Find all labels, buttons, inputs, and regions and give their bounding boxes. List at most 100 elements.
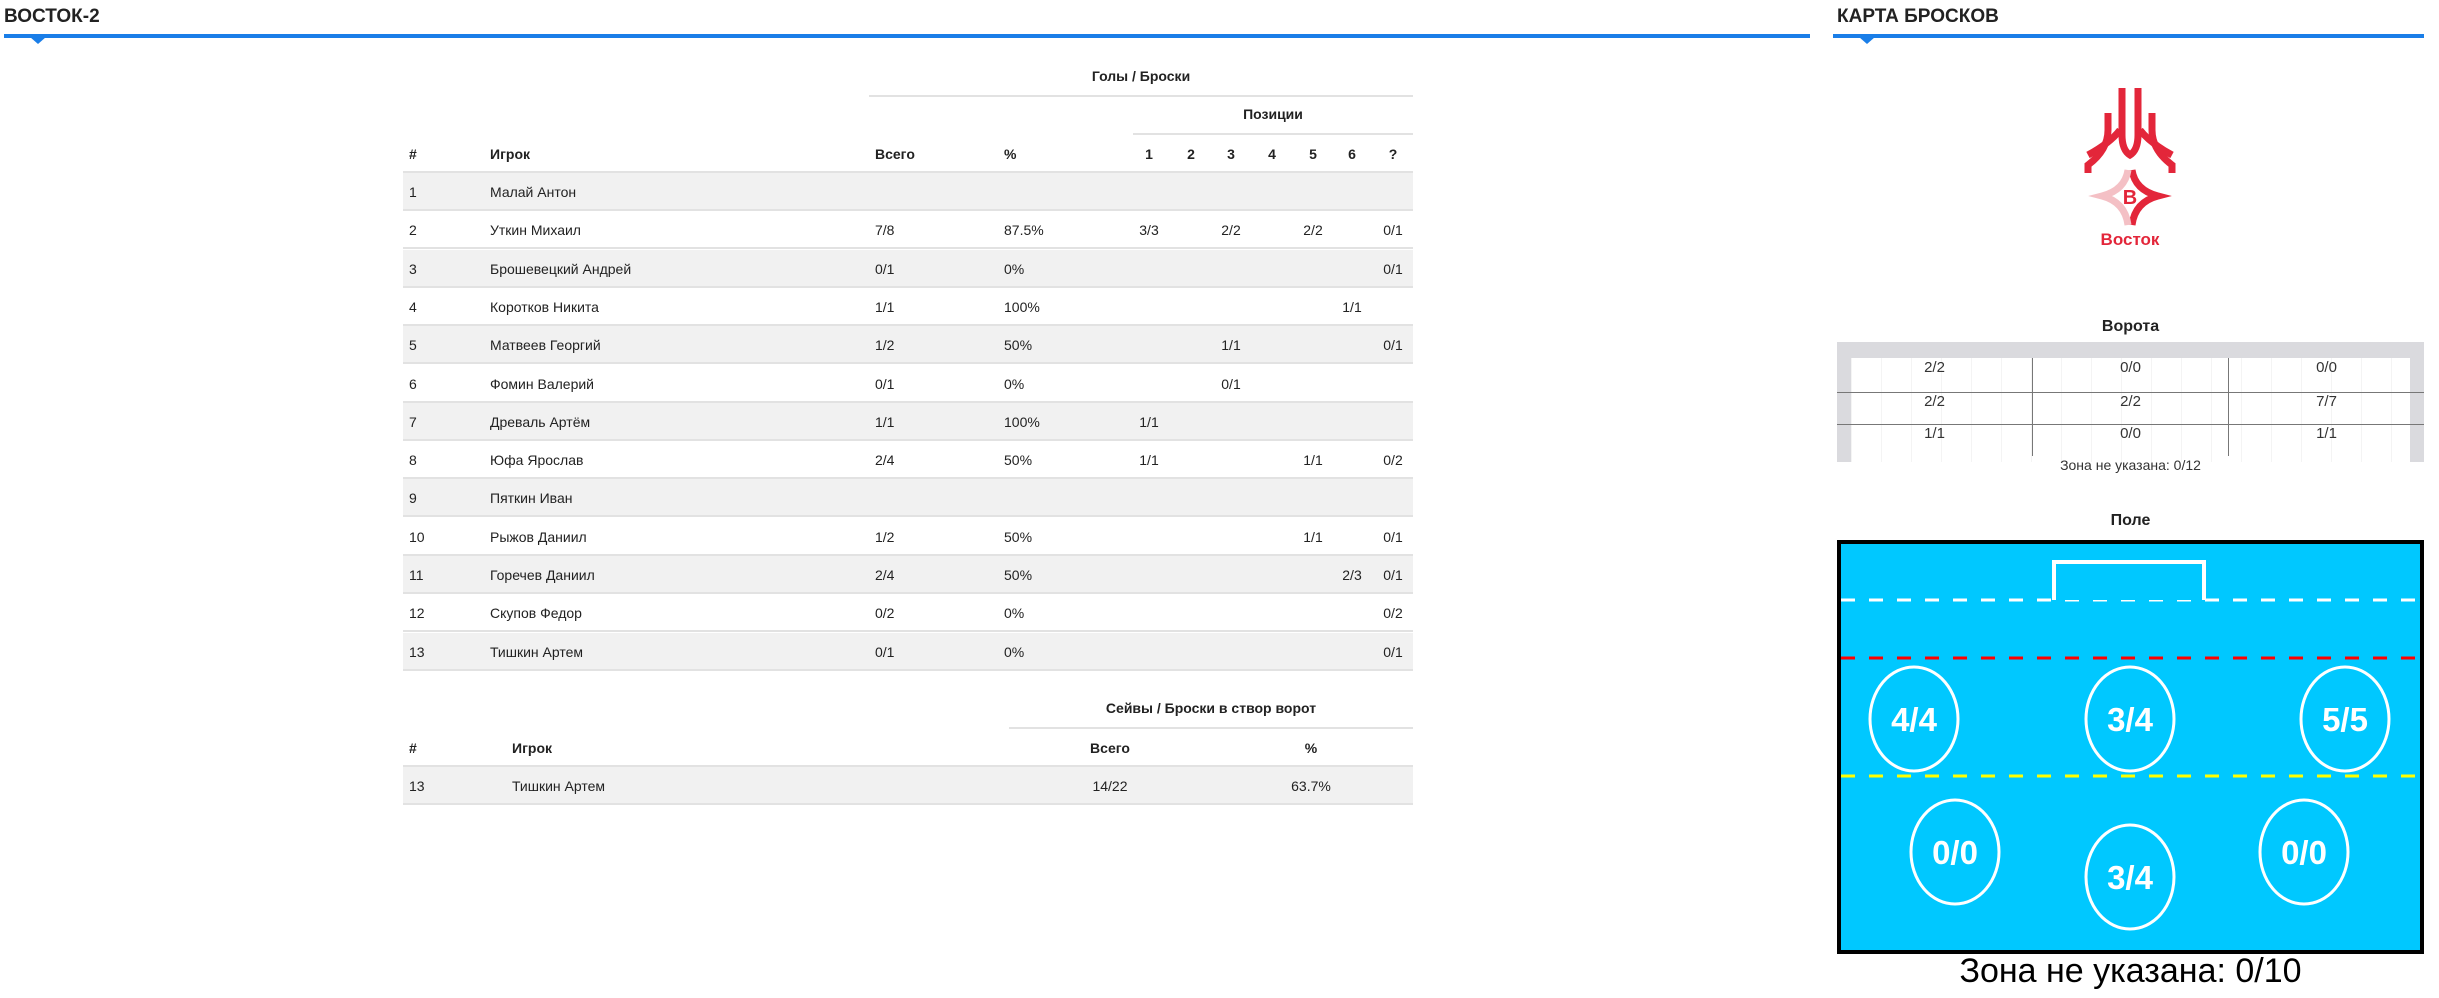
cell-player: Малай Антон (490, 184, 577, 200)
cell-position-7: 0/1 (1383, 528, 1403, 545)
col-header-pct: % (1304, 740, 1318, 756)
cell-player: Юфа Ярослав (490, 452, 584, 469)
col-header-num: # (409, 740, 417, 756)
cell-num: 13 (409, 778, 425, 794)
cell-num: 6 (409, 375, 417, 392)
cell-pct: 0% (1004, 375, 1025, 392)
cell-pct: 63.7% (1291, 778, 1331, 794)
cell-total: 0/1 (875, 643, 895, 660)
cell-num: 13 (409, 643, 425, 660)
cell-player: Матвеев Георгий (490, 337, 601, 354)
group-header-saves: Сейвы / Броски в створ ворот (1105, 700, 1317, 716)
cell-position-3: 1/1 (1221, 337, 1241, 354)
cell-player: Тишкин Артем (512, 778, 606, 794)
cell-pct: 100% (1004, 298, 1040, 315)
cell-player: Брошевецкий Андрей (490, 260, 632, 277)
team-logo: В Восток (2080, 85, 2180, 250)
cell-position-6: 2/3 (1342, 567, 1362, 583)
cell-pct: 50% (1004, 337, 1033, 354)
cell-position-6: 1/1 (1342, 298, 1362, 315)
table-row: 3 Брошевецкий Андрей 0/1 0% 0/1 (403, 249, 1413, 288)
cell-pct: 0% (1004, 643, 1025, 660)
section-underline (1833, 34, 2424, 44)
goal-zone-cell: 1/1 (1924, 425, 1945, 442)
cell-player: Древаль Артём (490, 413, 591, 430)
cell-total: 1/2 (875, 337, 895, 354)
cell-position-7: 0/1 (1383, 337, 1403, 354)
goal-map: 2/2 0/0 0/0 2/2 2/2 7/7 1/1 0/0 1/1 (1837, 342, 2424, 462)
table-row: 2 Уткин Михаил 7/8 87.5% 3/3 2/2 2/2 0/1 (403, 211, 1413, 250)
col-header-position-5: 5 (1309, 146, 1317, 162)
cell-total: 7/8 (875, 222, 895, 239)
cell-total: 0/1 (875, 260, 895, 277)
cell-total: 14/22 (1092, 778, 1128, 794)
cell-num: 4 (409, 298, 417, 315)
table-row: 5 Матвеев Георгий 1/2 50% 1/1 0/1 (403, 326, 1413, 365)
cell-num: 5 (409, 337, 417, 354)
divider (1133, 133, 1413, 135)
table-row: 7 Древаль Артём 1/1 100% 1/1 (403, 402, 1413, 441)
col-header-pct: % (1004, 146, 1017, 162)
cell-pct: 100% (1004, 413, 1040, 430)
goal-unspecified-zone: Зона не указана: 0/12 (2060, 457, 2201, 473)
cell-total: 1/1 (875, 413, 895, 430)
col-header-position-6: 6 (1348, 146, 1356, 162)
goal-zone-cell: 0/0 (2120, 359, 2141, 376)
cell-num: 2 (409, 222, 417, 239)
col-header-position-1: 1 (1145, 146, 1153, 162)
goal-zone-cell: 2/2 (1924, 393, 1945, 410)
cell-position-7: 0/1 (1383, 222, 1403, 239)
cell-player: Коротков Никита (490, 298, 599, 315)
cell-pct: 50% (1004, 567, 1033, 583)
col-header-total: Всего (875, 146, 915, 162)
cell-num: 8 (409, 452, 417, 469)
cell-total: 1/1 (875, 298, 895, 315)
cell-position-5: 1/1 (1303, 528, 1323, 545)
divider (1009, 727, 1413, 729)
goal-box (2052, 560, 2206, 600)
zone-value: 0/0 (1932, 834, 1978, 871)
field-unspecified-zone: Зона не указана: 0/10 (1959, 952, 2302, 990)
table-row: 13 Тишкин Артем 0/1 0% 0/1 (403, 632, 1413, 671)
goal-zone-cell: 0/0 (2120, 425, 2141, 442)
cell-position-7: 0/2 (1383, 605, 1403, 622)
cell-position-5: 2/2 (1303, 222, 1323, 239)
table-row: 4 Коротков Никита 1/1 100% 1/1 (403, 288, 1413, 326)
cell-total: 1/2 (875, 528, 895, 545)
cell-num: 3 (409, 260, 417, 277)
field-map: 4/4 3/4 5/5 0/0 3/4 0/0 (1837, 540, 2424, 954)
zone-value: 5/5 (2322, 701, 2368, 738)
col-header-position-4: 4 (1268, 146, 1276, 162)
cell-pct: 0% (1004, 260, 1025, 277)
table-row: 8 Юфа Ярослав 2/4 50% 1/1 1/1 0/2 (403, 441, 1413, 480)
cell-num: 1 (409, 184, 417, 200)
col-header-player: Игрок (512, 740, 553, 756)
cell-player: Уткин Михаил (490, 222, 581, 239)
col-header-position-7: ? (1388, 146, 1398, 162)
cell-num: 10 (409, 528, 425, 545)
cell-num: 9 (409, 490, 417, 507)
zone-value: 0/0 (2281, 834, 2327, 871)
cell-pct: 87.5% (1004, 222, 1044, 239)
section-underline (4, 34, 1810, 44)
cell-num: 12 (409, 605, 425, 622)
cell-pct: 50% (1004, 528, 1033, 545)
cell-position-1: 1/1 (1139, 452, 1159, 469)
zone-value: 4/4 (1891, 701, 1938, 738)
cell-player: Скупов Федор (490, 605, 582, 622)
cell-position-7: 0/1 (1383, 260, 1403, 277)
table-row: 12 Скупов Федор 0/2 0% 0/2 (403, 594, 1413, 633)
cell-position-7: 0/2 (1383, 452, 1403, 469)
cell-num: 7 (409, 413, 417, 430)
section-title-team: ВОСТОК-2 (4, 6, 100, 27)
col-header-position-3: 3 (1227, 146, 1235, 162)
cell-num: 11 (409, 567, 424, 583)
goal-zone-cell: 1/1 (2316, 425, 2337, 442)
cell-position-7: 0/1 (1383, 643, 1403, 660)
table-row: 6 Фомин Валерий 0/1 0% 0/1 (403, 365, 1413, 403)
zone-value: 3/4 (2107, 859, 2154, 896)
cell-total: 2/4 (875, 567, 895, 583)
zone-value: 3/4 (2107, 701, 2154, 738)
cell-position-1: 1/1 (1139, 413, 1159, 430)
goal-zone-cell: 0/0 (2316, 359, 2337, 376)
